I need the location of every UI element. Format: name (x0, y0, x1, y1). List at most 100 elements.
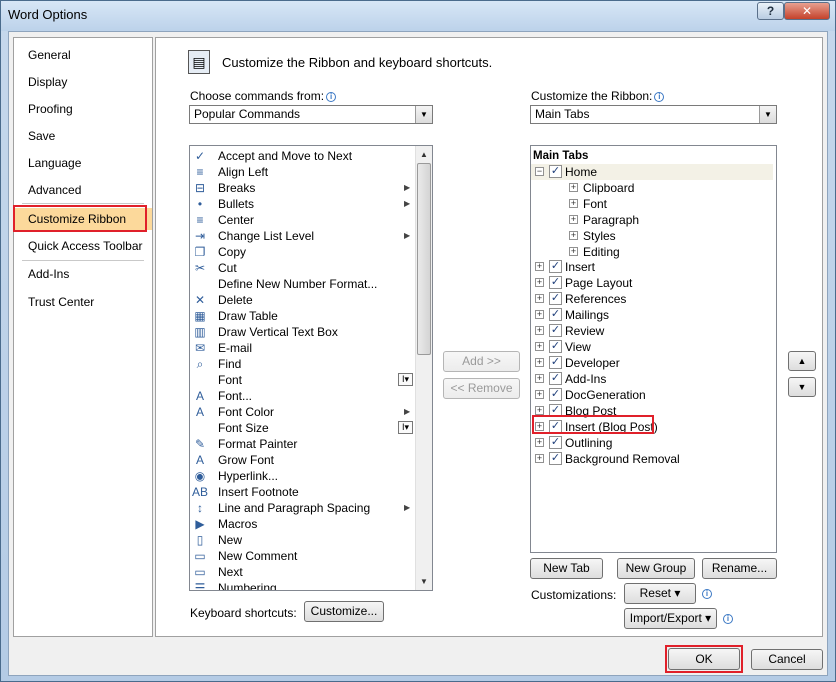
command-item[interactable]: AB Insert Footnote (190, 484, 416, 500)
help-button[interactable]: ? (757, 2, 784, 20)
command-item[interactable]: ✂ Cut (190, 260, 416, 276)
tree-tab-item[interactable]: + ✓ Insert (Blog Post) (531, 419, 771, 435)
command-item[interactable]: ✓ Accept and Move to Next (190, 148, 416, 164)
tab-checkbox[interactable]: ✓ (549, 276, 562, 289)
tab-checkbox[interactable]: ✓ (549, 308, 562, 321)
tab-checkbox[interactable]: ✓ (549, 340, 562, 353)
nav-item-trust-center[interactable]: Trust Center (14, 291, 152, 313)
expand-icon[interactable]: + (535, 262, 544, 271)
command-item[interactable]: ⌕ Find (190, 356, 416, 372)
tab-checkbox[interactable]: ✓ (549, 404, 562, 417)
nav-item-language[interactable]: Language (14, 152, 152, 174)
expand-icon[interactable]: + (535, 374, 544, 383)
command-item[interactable]: ✕ Delete (190, 292, 416, 308)
expand-icon[interactable]: + (535, 390, 544, 399)
command-item[interactable]: ⊟ Breaks ▶ (190, 180, 416, 196)
tree-group-item[interactable]: + Font (531, 196, 771, 212)
tab-checkbox[interactable]: ✓ (549, 372, 562, 385)
command-item[interactable]: ▶ Macros (190, 516, 416, 532)
command-item[interactable]: ▥ Draw Vertical Text Box (190, 324, 416, 340)
customize-shortcuts-button[interactable]: Customize... (304, 601, 384, 622)
scroll-down-icon[interactable]: ▼ (416, 573, 432, 590)
tree-tab-item[interactable]: + ✓ Page Layout (531, 275, 771, 291)
new-group-button[interactable]: New Group (617, 558, 695, 579)
nav-item-customize-ribbon[interactable]: Customize Ribbon (14, 208, 152, 230)
command-item[interactable]: ✎ Format Painter (190, 436, 416, 452)
collapse-icon[interactable]: − (535, 167, 544, 176)
commands-scrollbar[interactable]: ▲ ▼ (415, 146, 432, 590)
command-item[interactable]: ↕ Line and Paragraph Spacing ▶ (190, 500, 416, 516)
ribbon-tree[interactable]: Main Tabs − ✓ Home + Clipboard + Font + Parag… (530, 145, 777, 553)
command-item[interactable]: ◉ Hyperlink... (190, 468, 416, 484)
rename-button[interactable]: Rename... (702, 558, 777, 579)
tab-checkbox[interactable]: ✓ (549, 436, 562, 449)
close-button[interactable]: ✕ (784, 2, 830, 20)
command-item[interactable]: ☰ Numbering (190, 580, 416, 590)
expand-icon[interactable]: + (535, 454, 544, 463)
nav-item-display[interactable]: Display (14, 71, 152, 93)
tree-group-item[interactable]: + Paragraph (531, 212, 771, 228)
expand-icon[interactable]: + (535, 406, 544, 415)
command-item[interactable]: Font I▾ (190, 372, 416, 388)
chevron-down-icon[interactable]: ▼ (415, 106, 432, 123)
expand-icon[interactable]: + (535, 278, 544, 287)
tree-tab-item[interactable]: + ✓ Outlining (531, 435, 771, 451)
tree-tab-item[interactable]: + ✓ Insert (531, 259, 771, 275)
tab-checkbox[interactable]: ✓ (549, 324, 562, 337)
tree-tab-item[interactable]: + ✓ Blog Post (531, 403, 771, 419)
commands-list[interactable]: ✓ Accept and Move to Next ≡ Align Left ⊟ Brea… (189, 145, 433, 591)
scroll-thumb[interactable] (417, 163, 431, 355)
command-item[interactable]: ▭ New Comment (190, 548, 416, 564)
tree-group-item[interactable]: + Styles (531, 228, 771, 244)
expand-icon[interactable]: + (569, 215, 578, 224)
expand-icon[interactable]: + (535, 342, 544, 351)
nav-item-save[interactable]: Save (14, 125, 152, 147)
command-item[interactable]: Define New Number Format... (190, 276, 416, 292)
reset-button[interactable]: Reset ▾ (624, 583, 696, 604)
command-item[interactable]: ❐ Copy (190, 244, 416, 260)
tab-checkbox[interactable]: ✓ (549, 356, 562, 369)
tree-tab-item[interactable]: + ✓ Developer (531, 355, 771, 371)
command-item[interactable]: ⇥ Change List Level ▶ (190, 228, 416, 244)
command-item[interactable]: ≡ Align Left (190, 164, 416, 180)
tab-checkbox[interactable]: ✓ (549, 388, 562, 401)
expand-icon[interactable]: + (535, 326, 544, 335)
nav-item-advanced[interactable]: Advanced (14, 179, 152, 201)
tab-checkbox[interactable]: ✓ (549, 260, 562, 273)
move-down-button[interactable]: ▼ (788, 377, 816, 397)
expand-icon[interactable]: + (569, 183, 578, 192)
scroll-up-icon[interactable]: ▲ (416, 146, 432, 163)
expand-icon[interactable]: + (535, 358, 544, 367)
cancel-button[interactable]: Cancel (751, 649, 823, 670)
command-item[interactable]: ▭ Next (190, 564, 416, 580)
command-item[interactable]: Font Size I▾ (190, 420, 416, 436)
command-item[interactable]: ≡ Center (190, 212, 416, 228)
ribbon-tabs-select[interactable]: Main Tabs ▼ (530, 105, 777, 124)
import-export-button[interactable]: Import/Export ▾ (624, 608, 717, 629)
new-tab-button[interactable]: New Tab (530, 558, 603, 579)
tree-tab-item[interactable]: + ✓ References (531, 291, 771, 307)
ok-button[interactable]: OK (668, 648, 740, 670)
expand-icon[interactable]: + (535, 310, 544, 319)
tab-checkbox[interactable]: ✓ (549, 420, 562, 433)
command-item[interactable]: ▯ New (190, 532, 416, 548)
chevron-down-icon[interactable]: ▼ (759, 106, 776, 123)
expand-icon[interactable]: + (535, 422, 544, 431)
remove-button[interactable]: << Remove (443, 378, 520, 399)
tree-tab-item[interactable]: + ✓ View (531, 339, 771, 355)
nav-item-general[interactable]: General (14, 44, 152, 66)
tree-tab-item[interactable]: + ✓ DocGeneration (531, 387, 771, 403)
expand-icon[interactable]: + (569, 231, 578, 240)
command-item[interactable]: A Font Color ▶ (190, 404, 416, 420)
move-up-button[interactable]: ▲ (788, 351, 816, 371)
tree-tab-item[interactable]: + ✓ Review (531, 323, 771, 339)
nav-item-add-ins[interactable]: Add-Ins (14, 263, 152, 285)
add-button[interactable]: Add >> (443, 351, 520, 372)
command-item[interactable]: • Bullets ▶ (190, 196, 416, 212)
expand-icon[interactable]: + (535, 438, 544, 447)
expand-icon[interactable]: + (569, 247, 578, 256)
commands-from-select[interactable]: Popular Commands ▼ (189, 105, 433, 124)
checkbox-home[interactable]: ✓ (549, 165, 562, 178)
expand-icon[interactable]: + (569, 199, 578, 208)
tree-tab-item[interactable]: + ✓ Mailings (531, 307, 771, 323)
